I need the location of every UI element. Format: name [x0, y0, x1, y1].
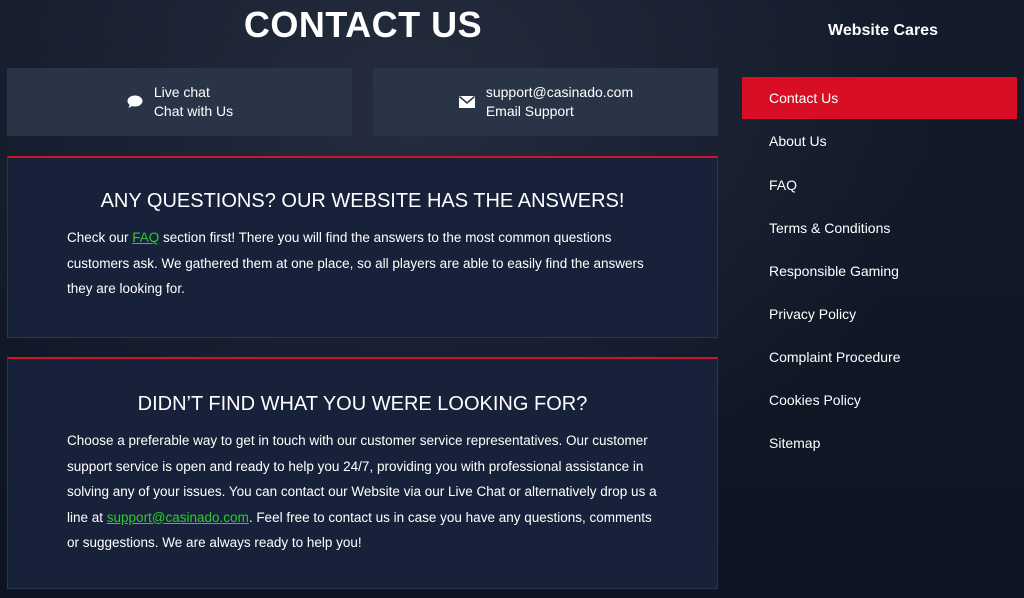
- email-support-text: support@casinado.com Email Support: [486, 83, 633, 121]
- sidebar-item-complaint-procedure[interactable]: Complaint Procedure: [742, 336, 1017, 378]
- faq-panel-heading: ANY QUESTIONS? OUR WEBSITE HAS THE ANSWE…: [100, 190, 625, 212]
- support-panel-text: Choose a preferable way to get in touch …: [67, 428, 667, 556]
- live-chat-sublabel: Chat with Us: [153, 103, 234, 119]
- faq-link[interactable]: FAQ: [132, 230, 159, 245]
- sidebar-item-contact-us[interactable]: Contact Us: [742, 77, 1017, 119]
- sidebar-item-about-us[interactable]: About Us: [742, 120, 1017, 162]
- sidebar-title: Website Cares: [828, 22, 938, 39]
- envelope-icon: [458, 94, 476, 110]
- email-support-label: Email Support: [485, 103, 574, 119]
- sidebar-item-responsible-gaming[interactable]: Responsible Gaming: [742, 250, 1017, 292]
- live-chat-text: Live chat Chat with Us: [154, 83, 233, 121]
- sidebar-item-cookies-policy[interactable]: Cookies Policy: [742, 379, 1017, 421]
- support-email-link[interactable]: support@casinado.com: [107, 510, 249, 525]
- live-chat-button[interactable]: Live chat Chat with Us: [7, 68, 352, 136]
- page-title: CONTACT US: [243, 4, 483, 45]
- support-panel-heading: DIDN’T FIND WHAT YOU WERE LOOKING FOR?: [137, 393, 588, 415]
- live-chat-label: Live chat: [153, 84, 210, 100]
- sidebar-item-terms-conditions[interactable]: Terms & Conditions: [742, 207, 1017, 249]
- sidebar: Website Cares Contact Us About Us FAQ Te…: [742, 0, 1024, 598]
- sidebar-item-privacy-policy[interactable]: Privacy Policy: [742, 293, 1017, 335]
- faq-panel: ANY QUESTIONS? OUR WEBSITE HAS THE ANSWE…: [7, 156, 718, 338]
- email-address: support@casinado.com: [485, 84, 634, 100]
- chat-bubble-icon: [126, 94, 144, 110]
- faq-text-before: Check our: [67, 230, 133, 245]
- support-panel: DIDN’T FIND WHAT YOU WERE LOOKING FOR? C…: [7, 357, 718, 589]
- sidebar-item-sitemap[interactable]: Sitemap: [742, 422, 1017, 464]
- sidebar-item-faq[interactable]: FAQ: [742, 164, 1017, 206]
- email-support-button[interactable]: support@casinado.com Email Support: [373, 68, 718, 136]
- main-content: CONTACT US Live chat Chat with Us suppor…: [0, 0, 726, 598]
- faq-panel-text: Check our FAQ section first! There you w…: [67, 225, 667, 302]
